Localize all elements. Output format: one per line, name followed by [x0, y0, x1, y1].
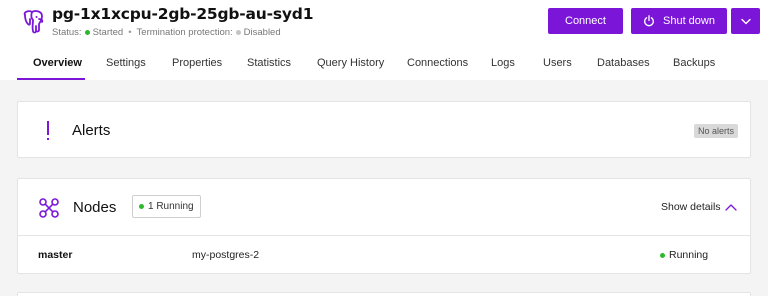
power-icon [644, 15, 654, 27]
node-name: master [38, 249, 73, 261]
alerts-title: Alerts [72, 122, 111, 139]
tab-logs[interactable]: Logs [491, 57, 515, 69]
status-line: Status: Started • Termination protection… [52, 27, 281, 38]
tab-backups[interactable]: Backups [673, 57, 715, 69]
shut-down-button[interactable]: Shut down [631, 8, 727, 34]
tab-connections[interactable]: Connections [407, 57, 468, 69]
node-status: Running [660, 249, 708, 261]
exclamation-icon [47, 121, 49, 135]
running-count-badge: 1 Running [132, 195, 201, 218]
shut-down-button-label: Shut down [663, 15, 715, 27]
separator-dot: • [128, 27, 132, 38]
postgresql-logo-icon [23, 10, 44, 34]
next-panel [17, 292, 751, 296]
connect-button[interactable]: Connect [548, 8, 623, 34]
status-label: Status: [52, 27, 82, 38]
running-dot [139, 204, 144, 209]
tab-users[interactable]: Users [543, 57, 572, 69]
node-status-label: Running [669, 249, 709, 261]
running-count-label: 1 Running [148, 201, 194, 212]
tab-query-history[interactable]: Query History [317, 57, 384, 69]
divider [18, 235, 750, 236]
tab-bar: Overview Settings Properties Statistics … [0, 52, 768, 80]
tab-overview[interactable]: Overview [33, 57, 82, 69]
status-value: Started [92, 27, 124, 38]
alerts-panel: Alerts No alerts [17, 101, 751, 158]
termination-label: Termination protection: [136, 27, 233, 38]
termination-dot [235, 30, 241, 35]
tab-databases[interactable]: Databases [597, 57, 650, 69]
exclamation-icon-dot [47, 138, 49, 140]
header-bar: pg-1x1xcpu-2gb-25gb-au-syd1 Status: Star… [0, 0, 768, 80]
nodes-icon [39, 198, 59, 218]
node-host: my-postgres-2 [192, 249, 260, 261]
actions-dropdown-button[interactable] [731, 8, 760, 34]
tab-properties[interactable]: Properties [172, 57, 222, 69]
node-status-dot [660, 252, 665, 258]
status-dot [84, 30, 90, 35]
tab-statistics[interactable]: Statistics [247, 57, 291, 69]
page-title: pg-1x1xcpu-2gb-25gb-au-syd1 [52, 5, 314, 23]
chevron-up-icon[interactable] [725, 203, 737, 211]
termination-value: Disabled [243, 27, 281, 38]
no-alerts-badge: No alerts [693, 124, 738, 138]
tab-settings[interactable]: Settings [106, 57, 146, 69]
connect-button-label: Connect [565, 15, 606, 27]
nodes-title: Nodes [73, 199, 117, 216]
chevron-down-icon [740, 18, 751, 24]
show-details-toggle[interactable]: Show details [661, 201, 721, 213]
active-tab-indicator [17, 78, 85, 80]
nodes-panel: Nodes 1 Running Show details master my-p… [17, 178, 751, 274]
